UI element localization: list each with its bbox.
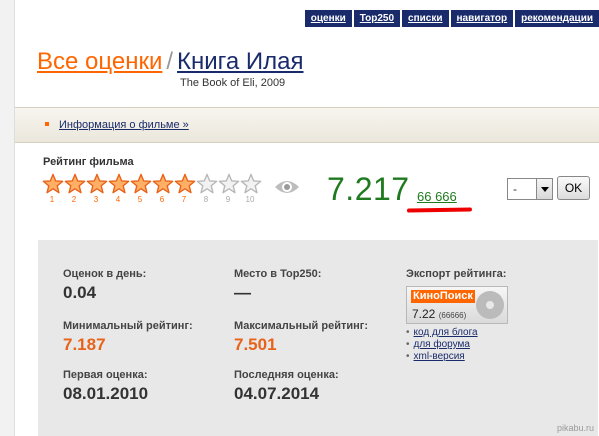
star-icon: [86, 173, 108, 194]
info-band: Информация о фильме »: [15, 107, 599, 143]
vote-select[interactable]: -: [507, 178, 553, 200]
star-number: 2: [71, 195, 77, 204]
rating-value: 7.217: [327, 171, 410, 207]
nav-navigator[interactable]: навигатор: [450, 10, 514, 27]
stat-first-label: Первая оценка:: [63, 369, 148, 381]
eye-icon[interactable]: [274, 178, 300, 196]
ok-button[interactable]: OK: [557, 176, 590, 200]
stat-min-rating: Минимальный рейтинг: 7.187: [63, 320, 193, 355]
stat-min-label: Минимальный рейтинг:: [63, 320, 193, 332]
page: оценки Top250 списки навигатор рекоменда…: [14, 0, 599, 436]
stat-per-day: Оценок в день: 0.04: [63, 268, 146, 303]
star-icon: [42, 173, 64, 194]
watermark: pikabu.ru: [556, 423, 594, 433]
page-title: Все оценки / Книга Илая: [37, 48, 304, 76]
star-icon: [240, 173, 262, 194]
rating-stars[interactable]: 1 2 3 4 5 6 7 8 9 10: [42, 173, 262, 207]
stat-per-day-value: 0.04: [63, 283, 97, 302]
stat-last-label: Последняя оценка:: [234, 369, 339, 381]
stat-first-rating: Первая оценка: 08.01.2010: [63, 369, 148, 404]
rating-label: Рейтинг фильма: [43, 156, 134, 168]
stat-min-value: 7.187: [63, 335, 106, 354]
export-label: Экспорт рейтинга:: [406, 268, 507, 280]
export-links: • код для блога • для форума • xml-версия: [406, 327, 508, 363]
film-subtitle: The Book of Eli, 2009: [180, 77, 286, 89]
rating-star[interactable]: 5: [130, 173, 152, 207]
star-number: 4: [115, 195, 121, 204]
red-underline-annotation: [406, 207, 473, 213]
nav-ratings[interactable]: оценки: [304, 10, 352, 27]
star-icon: [174, 173, 196, 194]
star-icon: [218, 173, 240, 194]
rating-star[interactable]: 9: [218, 173, 240, 207]
stat-last-rating: Последняя оценка: 04.07.2014: [234, 369, 339, 404]
film-title-link[interactable]: Книга Илая: [177, 48, 303, 75]
stat-per-day-label: Оценок в день:: [63, 268, 147, 280]
rating-star[interactable]: 4: [108, 173, 130, 207]
film-info-link[interactable]: Информация о фильме »: [59, 119, 189, 131]
nav-top250[interactable]: Top250: [353, 10, 401, 27]
nav-lists[interactable]: списки: [402, 10, 449, 27]
stat-top250-label: Место в Top250:: [234, 268, 322, 280]
star-number: 3: [93, 195, 99, 204]
stat-max-value: 7.501: [234, 335, 277, 354]
rating-star[interactable]: 8: [196, 173, 218, 207]
star-icon: [108, 173, 130, 194]
rating-star[interactable]: 2: [64, 173, 86, 207]
star-icon: [130, 173, 152, 194]
nav-recommendations[interactable]: рекомендации: [515, 10, 599, 27]
informer-value: 7.22 (66666): [412, 307, 467, 321]
star-icon: [196, 173, 218, 194]
export-link-xml[interactable]: • xml-версия: [406, 351, 508, 363]
rating-stats-panel: Оценок в день: 0.04 Место в Top250: — Ми…: [38, 240, 598, 436]
export-link-blog[interactable]: • код для блога: [406, 327, 508, 339]
top-navigation: оценки Top250 списки навигатор рекоменда…: [304, 10, 599, 27]
film-reel-icon: [476, 291, 504, 319]
stat-top250-value: —: [234, 283, 251, 302]
star-number: 10: [245, 195, 255, 204]
chevron-down-icon[interactable]: [536, 179, 552, 199]
rating-export: Экспорт рейтинга: КиноПоиск 7.22 (66666)…: [406, 268, 508, 363]
kinopoisk-informer[interactable]: КиноПоиск 7.22 (66666): [406, 286, 508, 324]
rating-star[interactable]: 3: [86, 173, 108, 207]
star-number: 9: [225, 195, 231, 204]
rating-star[interactable]: 7: [174, 173, 196, 207]
stat-last-value: 04.07.2014: [234, 384, 320, 403]
rating-star[interactable]: 6: [152, 173, 174, 207]
rating-star[interactable]: 1: [42, 173, 64, 207]
bullet-icon: [45, 122, 49, 126]
export-link-forum[interactable]: • для форума: [406, 339, 508, 351]
star-number: 6: [159, 195, 165, 204]
star-number: 1: [49, 195, 55, 204]
star-icon: [64, 173, 86, 194]
kinopoisk-logo: КиноПоиск: [411, 290, 475, 303]
star-icon: [152, 173, 174, 194]
stat-max-rating: Максимальный рейтинг: 7.501: [234, 320, 368, 355]
rating-star[interactable]: 10: [240, 173, 262, 207]
all-ratings-link[interactable]: Все оценки: [37, 48, 162, 75]
stat-top250: Место в Top250: —: [234, 268, 321, 303]
star-number: 8: [203, 195, 209, 204]
stat-max-label: Максимальный рейтинг:: [234, 320, 369, 332]
star-number: 7: [181, 195, 187, 204]
title-separator: /: [166, 48, 174, 75]
vote-select-value: -: [513, 182, 517, 196]
votes-count-link[interactable]: 66 666: [417, 189, 457, 204]
stat-first-value: 08.01.2010: [63, 384, 149, 403]
star-number: 5: [137, 195, 143, 204]
